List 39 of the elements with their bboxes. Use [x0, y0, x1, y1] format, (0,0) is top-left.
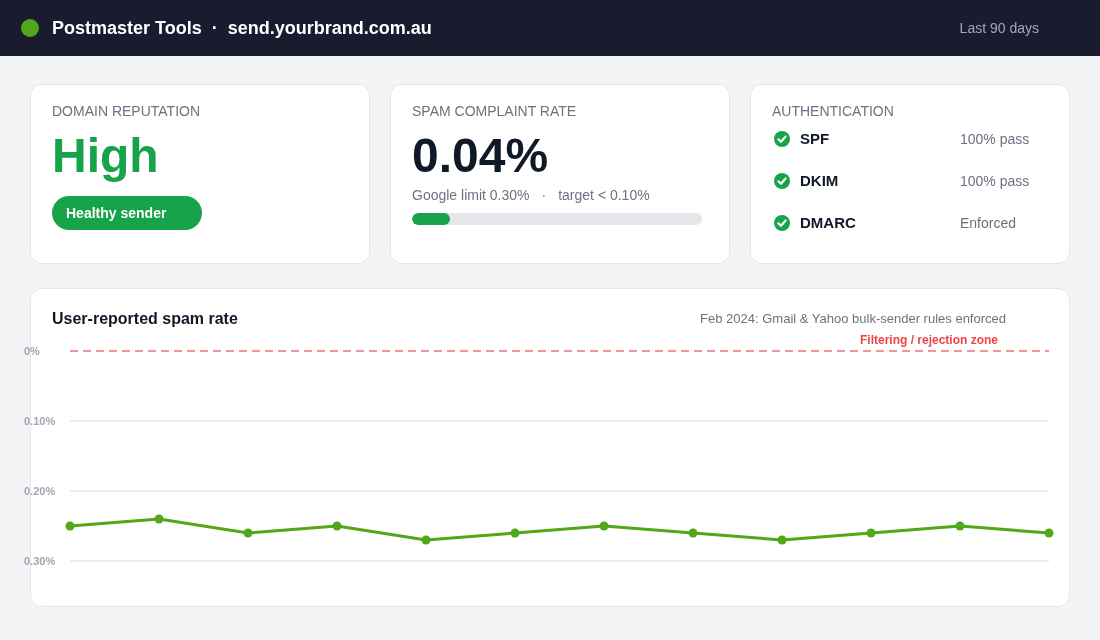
separator-dot: · — [211, 17, 218, 39]
data-point — [332, 521, 342, 531]
card-label: SPAM COMPLAINT RATE — [412, 103, 578, 119]
reputation-value: High — [52, 128, 160, 184]
axis-label: 0.10% — [24, 415, 56, 427]
check-result: 100% pass — [960, 172, 1030, 190]
data-point — [955, 521, 965, 531]
check-name: DKIM — [800, 172, 840, 190]
check-result: Enforced — [960, 214, 1017, 232]
data-point — [243, 528, 253, 538]
axis-label: 0.30% — [24, 555, 56, 567]
axis-label: 0% — [24, 345, 40, 357]
data-point — [510, 528, 520, 538]
card-label: DOMAIN REPUTATION — [52, 103, 202, 119]
chart-note: Feb 2024: Gmail & Yahoo bulk-sender rules enforced — [700, 311, 1006, 327]
status-dot-icon — [21, 19, 39, 37]
data-point — [1044, 528, 1054, 538]
data-point — [777, 535, 787, 545]
target-text: target < 0.10% — [558, 187, 650, 203]
data-point — [688, 528, 698, 538]
check-name: DMARC — [800, 214, 857, 232]
check-result: 100% pass — [960, 130, 1030, 148]
data-point — [154, 514, 164, 524]
axis-label: 0.20% — [24, 485, 56, 497]
data-point — [599, 521, 609, 531]
threshold-label: Filtering / rejection zone — [859, 333, 998, 347]
separator-dot: · — [541, 187, 547, 203]
data-point — [65, 521, 75, 531]
data-point — [866, 528, 876, 538]
date-range: Last 90 days — [959, 19, 1039, 37]
data-point — [421, 535, 431, 545]
rate-value: 0.04% — [412, 128, 550, 184]
domain-name: send.yourbrand.com.au — [227, 17, 432, 39]
app-title: Postmaster Tools — [52, 17, 202, 39]
card-label: AUTHENTICATION — [772, 103, 895, 119]
check-name: SPF — [800, 130, 831, 148]
limit-text: Google limit 0.30% — [412, 187, 530, 203]
chart-title: User-reported spam rate — [52, 309, 238, 329]
status-badge: Healthy sender — [52, 196, 202, 230]
